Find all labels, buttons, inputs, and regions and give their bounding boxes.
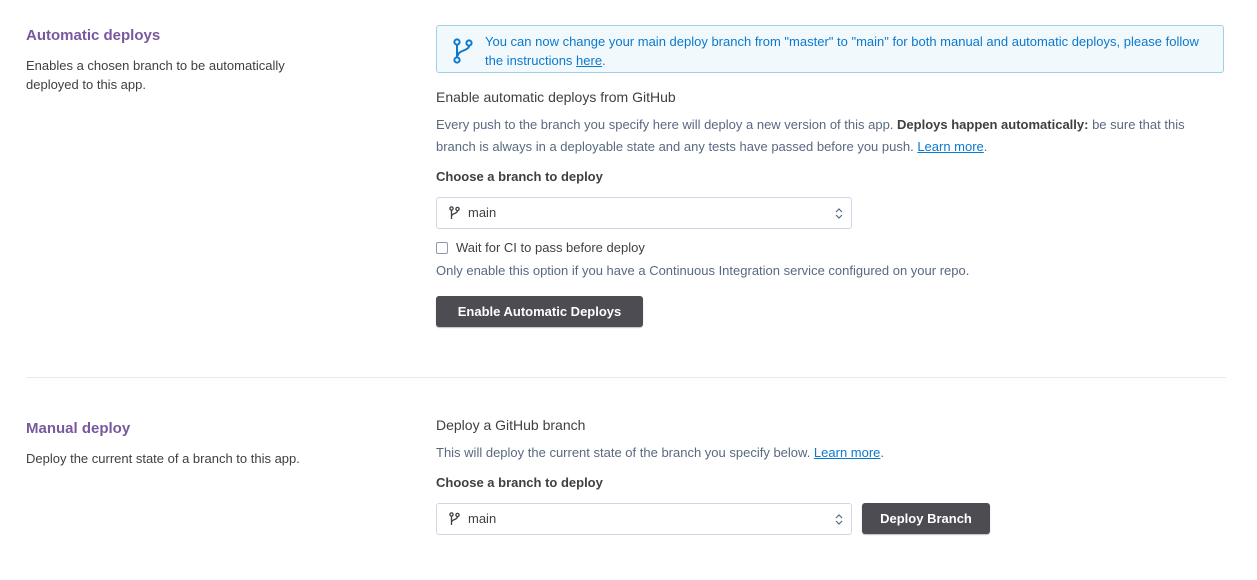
automatic-deploys-section: Automatic deploys Enables a chosen branc…	[0, 0, 1257, 377]
automatic-branch-value: main	[468, 205, 497, 220]
main-branch-notice: You can now change your main deploy bran…	[436, 25, 1224, 73]
explanation-text: Every push to the branch you specify her…	[436, 117, 898, 132]
manual-branch-select[interactable]: main	[436, 503, 852, 535]
ci-help-text: Only enable this option if you have a Co…	[436, 263, 970, 278]
chevron-up-down-icon	[835, 514, 843, 525]
automatic-deploys-title: Automatic deploys	[26, 27, 161, 44]
automatic-branch-select[interactable]: main	[436, 197, 852, 229]
wait-for-ci-label[interactable]: Wait for CI to pass before deploy	[456, 239, 645, 257]
git-branch-icon	[449, 206, 460, 219]
enable-automatic-deploys-button[interactable]: Enable Automatic Deploys	[436, 296, 643, 327]
notice-period: .	[602, 53, 606, 68]
manual-branch-value: main	[468, 511, 497, 526]
automatic-deploys-explanation: Every push to the branch you specify her…	[436, 114, 1226, 158]
manual-deploy-intro: Manual deploy Deploy the current state o…	[26, 419, 326, 468]
explanation-period: .	[983, 139, 988, 154]
manual-deploy-content: Deploy a GitHub branch This will deploy …	[436, 414, 1226, 574]
automatic-deploys-heading: Enable automatic deploys from GitHub	[436, 89, 676, 105]
manual-deploy-title: Manual deploy	[26, 420, 131, 437]
notice-instructions-link[interactable]: here	[576, 53, 602, 68]
chevron-up-down-icon	[835, 208, 843, 219]
deploy-branch-button[interactable]: Deploy Branch	[862, 503, 990, 534]
manual-deploy-explanation: This will deploy the current state of th…	[436, 442, 1226, 464]
manual-deploy-description: Deploy the current state of a branch to …	[26, 451, 300, 466]
git-branch-icon	[453, 38, 473, 64]
automatic-branch-label: Choose a branch to deploy	[436, 169, 603, 184]
manual-deploy-heading: Deploy a GitHub branch	[436, 417, 586, 433]
automatic-deploys-description: Enables a chosen branch to be automatica…	[26, 58, 285, 92]
manual-branch-label: Choose a branch to deploy	[436, 475, 603, 490]
manual-explanation-text: This will deploy the current state of th…	[436, 445, 814, 460]
git-branch-icon	[449, 512, 460, 525]
wait-for-ci-checkbox[interactable]	[436, 242, 448, 254]
learn-more-link[interactable]: Learn more	[917, 139, 983, 154]
manual-learn-more-link[interactable]: Learn more	[814, 445, 880, 460]
automatic-deploys-content: You can now change your main deploy bran…	[436, 25, 1226, 355]
notice-text: You can now change your main deploy bran…	[485, 32, 1215, 70]
manual-deploy-section: Manual deploy Deploy the current state o…	[0, 378, 1257, 580]
automatic-deploys-intro: Automatic deploys Enables a chosen branc…	[26, 26, 326, 94]
explanation-bold: Deploys happen automatically:	[897, 117, 1089, 132]
manual-explanation-period: .	[880, 445, 885, 460]
